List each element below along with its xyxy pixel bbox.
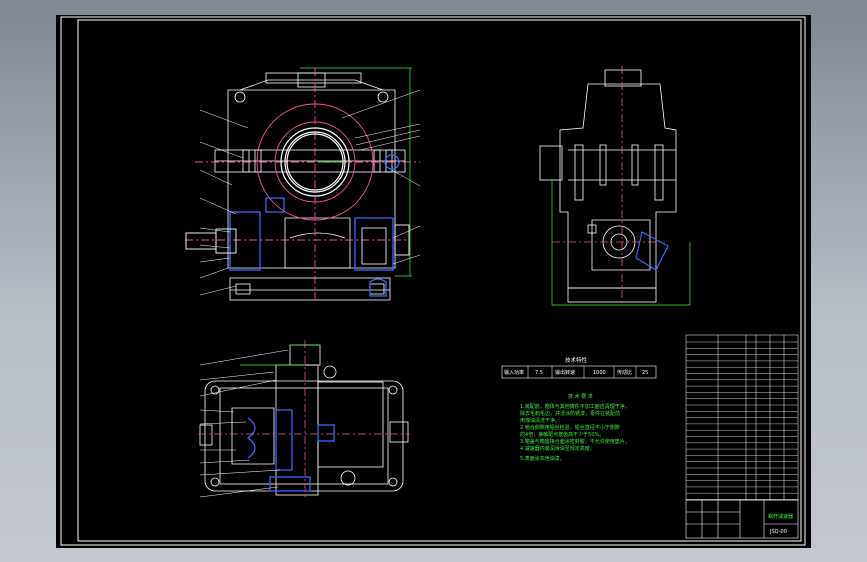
spec-cell-2: 7.5 bbox=[535, 370, 543, 376]
notes-line-1: 1.装配前，箱体与其他铸件不加工面应清理干净， bbox=[520, 403, 630, 410]
title-block-drawing-no: JSQ-00 bbox=[769, 529, 787, 535]
spec-table-title: 技术特性 bbox=[565, 356, 588, 364]
notes-heading: 技 术 要 求 bbox=[568, 393, 593, 400]
spec-cell-4: 1000 bbox=[593, 370, 606, 376]
notes-line-2: 除去毛刺毛边，并浸涂防锈漆，零件在装配前 bbox=[520, 410, 620, 417]
spec-cell-1: 输入功率 bbox=[504, 369, 524, 376]
notes-line-8: 5.表面涂灰色油漆。 bbox=[520, 455, 565, 462]
notes-line-4: 2.啮合侧隙用铅丝检验，铅丝直径不小于侧隙 bbox=[520, 424, 620, 431]
notes-line-3: 用煤油清洗干净。 bbox=[520, 417, 560, 424]
notes-line-6: 3.箱盖与箱座接合面涂密封胶，不允许使用垫片。 bbox=[520, 438, 630, 445]
title-block-drawing-name: 蜗杆减速器 bbox=[768, 513, 793, 520]
spec-cell-6: 25 bbox=[642, 370, 648, 376]
notes-line-5: 的4倍，接触斑点按齿高不少于50%。 bbox=[520, 431, 604, 438]
spec-cell-5: 传动比 bbox=[617, 369, 632, 376]
spec-cell-3: 输出转速 bbox=[555, 369, 575, 376]
cad-drawing-canvas: 技术特性 输入功率 7.5 输出转速 1000 传动比 25 技 术 要 求 1… bbox=[56, 15, 811, 548]
notes-line-7: 4.减速器内装润滑油至规定高度。 bbox=[520, 445, 595, 452]
